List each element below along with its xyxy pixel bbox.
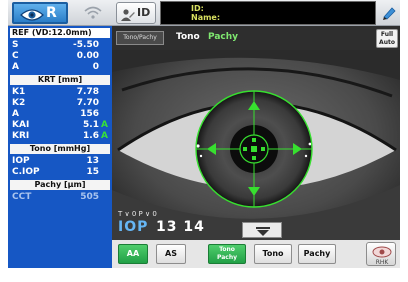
tono-pachy-line2: Pachy: [216, 254, 238, 261]
tono-key: C.IOP: [12, 167, 40, 177]
krt-row-k2: K2 7.70: [8, 98, 112, 109]
tono-key: IOP: [12, 156, 30, 166]
pachy-section-title: Pachy [µm]: [10, 180, 110, 190]
tono-row-ciop: C.IOP 15: [8, 167, 112, 178]
rhk-label: RHK: [376, 259, 390, 266]
tono-value: 13: [86, 156, 99, 166]
ref-value: 0.00: [76, 51, 99, 61]
krt-row-kri: KRI 1.6 A: [8, 131, 112, 142]
person-icon: [121, 7, 135, 26]
camera-view: Tono/Pachy Tono Pachy Full Auto T ∨ 0 P …: [112, 26, 400, 240]
ref-key: C: [12, 51, 19, 61]
device-screen: R ID ID: Name: REF (VD:12.0mm) S -5.50 C…: [8, 0, 400, 276]
ref-value: -5.50: [73, 40, 99, 50]
krt-row-kai: KAI 5.1 A: [8, 120, 112, 131]
krt-key: K2: [12, 98, 26, 108]
pachy-key: CCT: [12, 192, 32, 202]
pen-icon[interactable]: [381, 5, 397, 25]
tono-pachy-status: T ∨ 0 P ∨ 0: [118, 210, 157, 218]
krt-section-title: KRT [mm]: [10, 75, 110, 85]
mode-tono-label: Tono: [176, 32, 200, 42]
eye-icon: [20, 7, 44, 26]
eye-side-button[interactable]: R: [12, 2, 68, 24]
as-button[interactable]: AS: [156, 244, 186, 264]
krt-flag: A: [101, 120, 108, 130]
top-bar: R ID ID: Name:: [8, 0, 400, 26]
camera-header: Tono/Pachy Tono Pachy Full Auto: [112, 26, 400, 50]
ref-row-c: C 0.00: [8, 51, 112, 62]
krt-value: 1.6: [83, 131, 99, 141]
mode-pachy-label: Pachy: [208, 32, 239, 42]
krt-key: A: [12, 109, 19, 119]
tono-value: 15: [86, 167, 99, 177]
iop-overlay-value: 13 14: [156, 219, 205, 235]
krt-row-a: A 156: [8, 109, 112, 120]
measurement-panel: REF (VD:12.0mm) S -5.50 C 0.00 A 0 KRT […: [8, 26, 112, 268]
patient-info-field[interactable]: ID: Name:: [160, 1, 376, 25]
krt-value: 5.1: [83, 120, 99, 130]
krt-value: 7.70: [76, 98, 99, 108]
bottom-bar: AA AS Tono Pachy Tono Pachy RHK: [112, 240, 400, 268]
ref-value: 0: [92, 62, 99, 72]
tono-pachy-line1: Tono: [219, 246, 235, 253]
full-auto-line1: Full: [380, 31, 394, 38]
full-auto-button[interactable]: Full Auto: [376, 29, 398, 48]
krt-flag: A: [101, 131, 108, 141]
move-down-button[interactable]: [242, 222, 282, 238]
rhk-button[interactable]: RHK: [366, 242, 396, 266]
wifi-icon: [84, 5, 102, 24]
pachy-mode-button[interactable]: Pachy: [298, 244, 336, 264]
patient-id-button[interactable]: ID: [116, 2, 156, 24]
tono-mode-button[interactable]: Tono: [254, 244, 292, 264]
iop-overlay-label: IOP: [118, 219, 149, 235]
id-button-label: ID: [137, 6, 151, 19]
pachy-row-cct: CCT 505: [8, 192, 112, 203]
krt-value: 7.78: [76, 87, 99, 97]
full-auto-line2: Auto: [379, 39, 395, 46]
ref-section-title: REF (VD:12.0mm): [10, 28, 110, 38]
krt-key: KAI: [12, 120, 30, 130]
ref-key: S: [12, 40, 19, 50]
ref-key: A: [12, 62, 19, 72]
id-field-label: ID:: [191, 4, 204, 13]
krt-value: 156: [80, 109, 99, 119]
eye-side-label: R: [46, 5, 57, 21]
rhk-icon: RHK: [372, 246, 392, 266]
krt-key: K1: [12, 87, 26, 97]
ref-row-a: A 0: [8, 62, 112, 73]
name-field-label: Name:: [191, 13, 221, 22]
tono-pachy-mode-button[interactable]: Tono Pachy: [208, 244, 246, 264]
pachy-value: 505: [80, 192, 99, 202]
krt-key: KRI: [12, 131, 30, 141]
tono-section-title: Tono [mmHg]: [10, 144, 110, 154]
aa-button[interactable]: AA: [118, 244, 148, 264]
ref-row-s: S -5.50: [8, 40, 112, 51]
tono-pachy-toggle-button[interactable]: Tono/Pachy: [116, 31, 164, 45]
krt-row-k1: K1 7.78: [8, 87, 112, 98]
down-arrow-icon: [256, 227, 270, 236]
tono-row-iop: IOP 13: [8, 156, 112, 167]
